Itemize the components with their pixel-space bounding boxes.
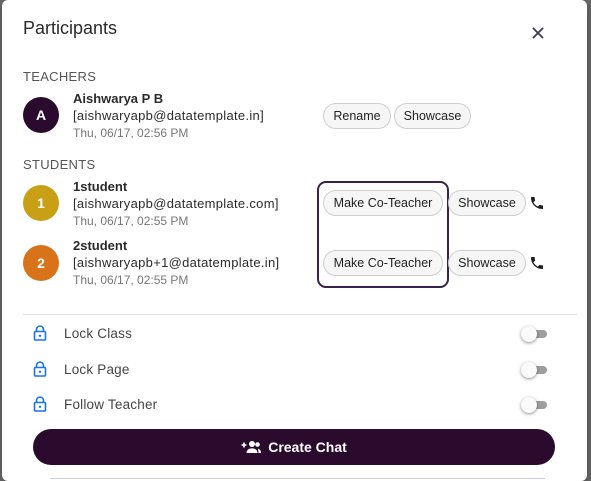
showcase-button[interactable]: Showcase <box>448 250 526 276</box>
dialog-title: Participants <box>23 18 118 38</box>
showcase-button[interactable]: Showcase <box>448 190 526 216</box>
toggle-knob <box>521 362 537 378</box>
teachers-section-label: TEACHERS <box>23 69 97 84</box>
participant-name: 2student <box>73 238 128 253</box>
participant-join-time: Thu, 06/17, 02:55 PM <box>73 214 189 228</box>
participant-email: [aishwaryapb@datatemplate.com] <box>73 196 279 211</box>
lock-page-row: Lock Page <box>33 359 563 381</box>
participant-info: Aishwarya P B [aishwaryapb@datatemplate.… <box>73 91 264 141</box>
phone-icon[interactable] <box>529 255 545 271</box>
lock-icon <box>33 361 47 377</box>
avatar: 1 <box>23 185 59 221</box>
lock-icon <box>33 325 47 341</box>
rename-button[interactable]: Rename <box>323 103 391 129</box>
make-co-teacher-button[interactable]: Make Co-Teacher <box>323 250 443 276</box>
make-co-teacher-button[interactable]: Make Co-Teacher <box>323 190 443 216</box>
follow-teacher-toggle[interactable] <box>521 397 549 413</box>
create-chat-label: Create Chat <box>268 439 347 455</box>
participants-dialog: Participants TEACHERS A Aishwarya P B [a… <box>2 0 587 481</box>
follow-teacher-row: Follow Teacher <box>33 394 563 416</box>
toggle-knob <box>521 326 537 342</box>
group-add-icon <box>241 441 262 453</box>
avatar: A <box>23 97 59 133</box>
toggle-knob <box>521 397 537 413</box>
showcase-button[interactable]: Showcase <box>394 103 471 129</box>
lock-class-row: Lock Class <box>33 323 563 345</box>
participant-join-time: Thu, 06/17, 02:56 PM <box>73 126 189 140</box>
lock-class-toggle[interactable] <box>521 326 549 342</box>
divider <box>23 314 577 315</box>
lock-page-toggle[interactable] <box>521 362 549 378</box>
participant-email: [aishwaryapb@datatemplate.in] <box>73 108 264 123</box>
participant-name: 1student <box>73 179 128 194</box>
lock-icon <box>33 396 47 412</box>
phone-icon[interactable] <box>529 195 545 211</box>
lock-class-label: Lock Class <box>64 326 133 341</box>
lock-page-label: Lock Page <box>64 362 130 377</box>
students-section-label: STUDENTS <box>23 157 96 172</box>
participant-info: 2student [aishwaryapb+1@datatemplate.in]… <box>73 238 279 288</box>
participant-info: 1student [aishwaryapb@datatemplate.com] … <box>73 179 279 229</box>
participant-name: Aishwarya P B <box>73 91 164 106</box>
participant-join-time: Thu, 06/17, 02:55 PM <box>73 273 189 287</box>
follow-teacher-label: Follow Teacher <box>64 397 158 412</box>
close-icon <box>532 27 544 39</box>
create-chat-button[interactable]: Create Chat <box>33 429 555 465</box>
close-button[interactable] <box>528 23 548 43</box>
avatar: 2 <box>23 245 59 281</box>
participant-email: [aishwaryapb+1@datatemplate.in] <box>73 255 280 270</box>
